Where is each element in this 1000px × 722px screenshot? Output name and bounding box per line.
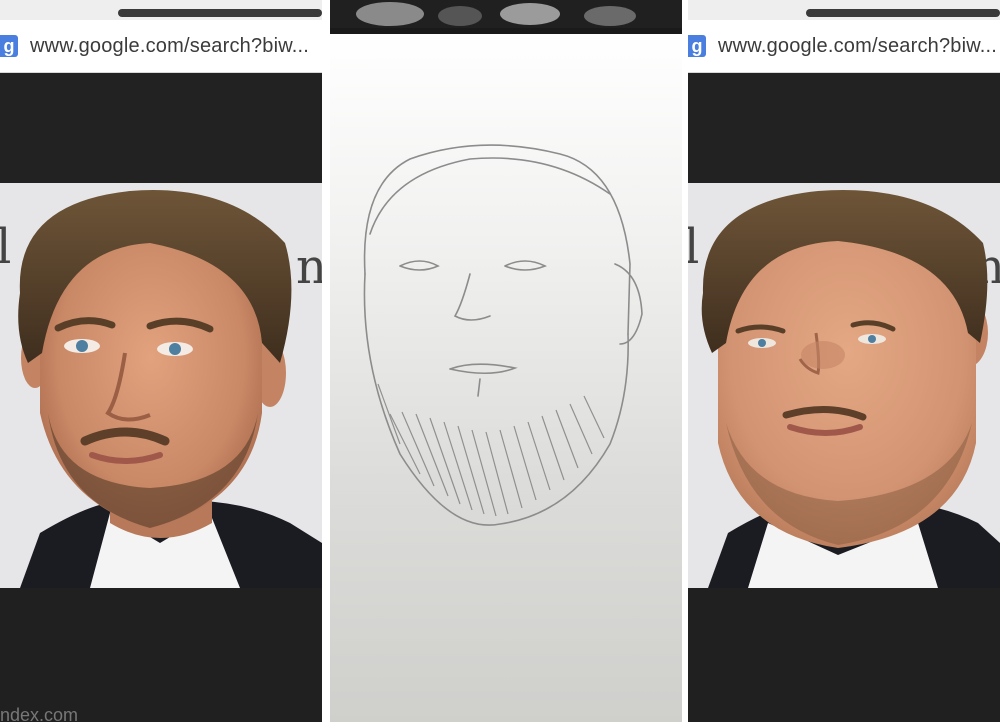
address-bar-right[interactable]: g www.google.com/search?biw... xyxy=(688,20,1000,73)
pencil-face-drawing xyxy=(363,144,643,526)
svg-text:l: l xyxy=(0,219,11,275)
image-viewer-bottom-band-right xyxy=(688,588,1000,722)
sketch-photo xyxy=(330,0,682,722)
sketch-top-edge xyxy=(330,0,682,34)
google-g-icon: g xyxy=(0,35,18,57)
address-url[interactable]: www.google.com/search?biw... xyxy=(30,35,309,58)
patterned-cloth xyxy=(330,0,682,34)
svg-text:l: l xyxy=(688,219,699,275)
address-bar[interactable]: g www.google.com/search?biw... xyxy=(0,20,322,73)
image-viewer-top-band-right xyxy=(688,73,1000,183)
sketch-paper xyxy=(330,34,682,722)
address-url-right[interactable]: www.google.com/search?biw... xyxy=(718,35,997,58)
image-viewer-bottom-band: ndex.com xyxy=(0,588,322,722)
svg-text:ne: ne xyxy=(296,239,322,295)
tab-indicator-right xyxy=(806,9,1000,17)
edited-portrait-photo[interactable]: l ne xyxy=(688,183,1000,588)
source-domain[interactable]: ndex.com xyxy=(0,705,78,722)
edited-portrait-illustration: l ne xyxy=(688,190,1000,588)
right-browser-screenshot: g www.google.com/search?biw... l ne xyxy=(688,0,1000,722)
image-viewer-top-band xyxy=(0,73,322,183)
portrait-photo[interactable]: l ne xyxy=(0,183,322,588)
portrait-illustration: l ne xyxy=(0,190,322,588)
left-browser-screenshot: g www.google.com/search?biw... l ne xyxy=(0,0,322,722)
google-g-icon: g xyxy=(688,35,706,57)
tab-indicator xyxy=(118,9,322,17)
status-strip-right xyxy=(688,0,1000,20)
status-strip xyxy=(0,0,322,20)
